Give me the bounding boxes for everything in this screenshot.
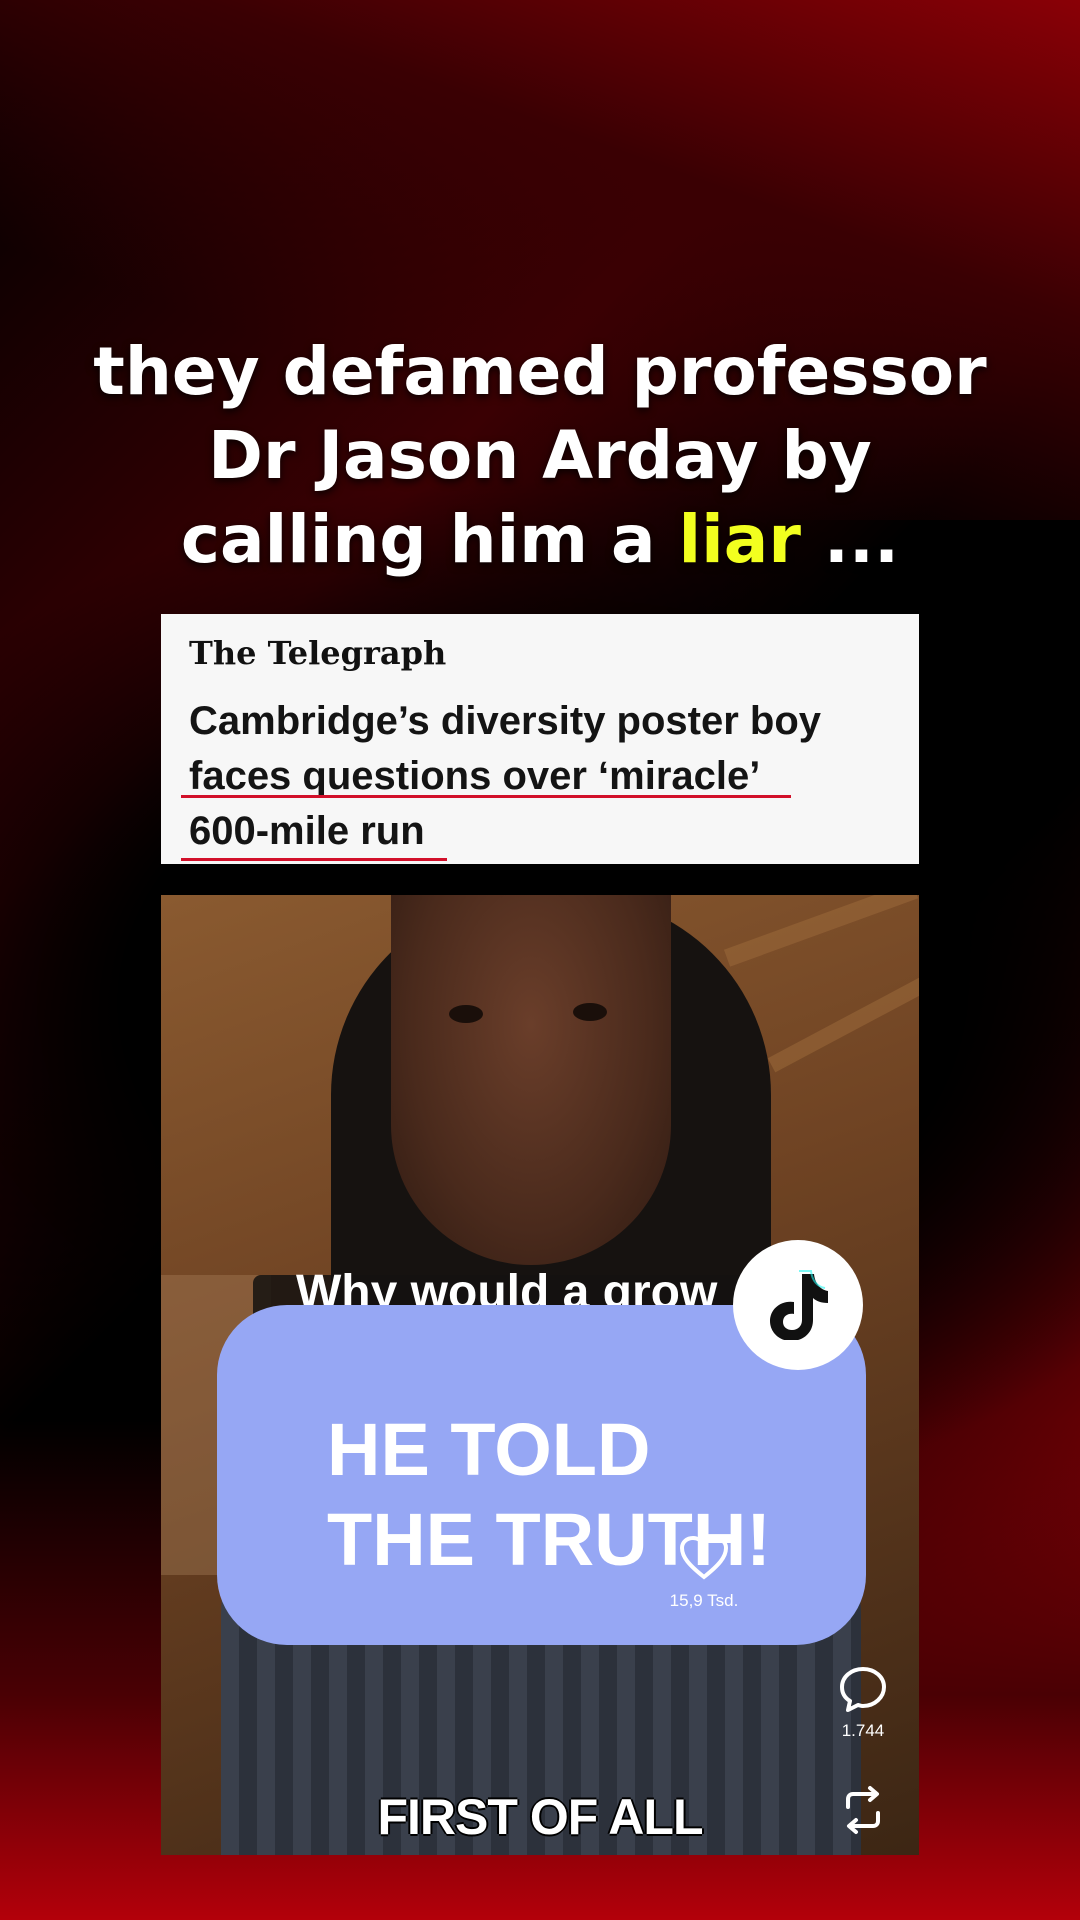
news-headline-card: The Telegraph Cambridge’s diversity post…	[161, 614, 919, 864]
headline-line-3: 600-mile run	[189, 809, 425, 853]
heart-icon	[679, 1535, 729, 1580]
overlay-caption: they defamed professor Dr Jason Arday by…	[60, 330, 1020, 582]
caption-line-1: they defamed professor	[93, 333, 987, 410]
video-bottom-subtitle: FIRST OF ALL	[377, 1789, 704, 1845]
person-eye	[573, 1003, 607, 1021]
caption-highlight-word: liar	[678, 501, 801, 578]
headline-line-1: Cambridge’s diversity poster boy	[189, 699, 822, 743]
person-eye	[449, 1005, 483, 1023]
caption-line-2: Dr Jason Arday by	[208, 417, 872, 494]
tiktok-logo-icon	[733, 1240, 863, 1370]
headline-underline-2	[181, 858, 447, 861]
caption-line-3-suffix: ...	[800, 501, 900, 578]
reply-line-1: HE TOLD	[327, 1408, 651, 1491]
caption-line-3: calling him a liar ...	[60, 498, 1020, 582]
telegraph-logo: The Telegraph	[189, 634, 447, 672]
comment-button[interactable]: 1.744	[823, 1665, 903, 1741]
like-count: 15,9 Tsd.	[669, 1591, 739, 1610]
like-button[interactable]: 15,9 Tsd.	[664, 1535, 744, 1611]
comment-count: 1.744	[841, 1721, 885, 1740]
caption-line-3-prefix: calling him a	[180, 501, 679, 578]
news-headline: Cambridge’s diversity poster boy faces q…	[189, 694, 909, 859]
embedded-video[interactable]: Why would a grow HE TOLD THE TRUTH! 15,9…	[161, 895, 919, 1855]
person-face	[391, 895, 671, 1265]
headline-underline-1	[181, 795, 791, 798]
comment-icon	[840, 1667, 886, 1712]
